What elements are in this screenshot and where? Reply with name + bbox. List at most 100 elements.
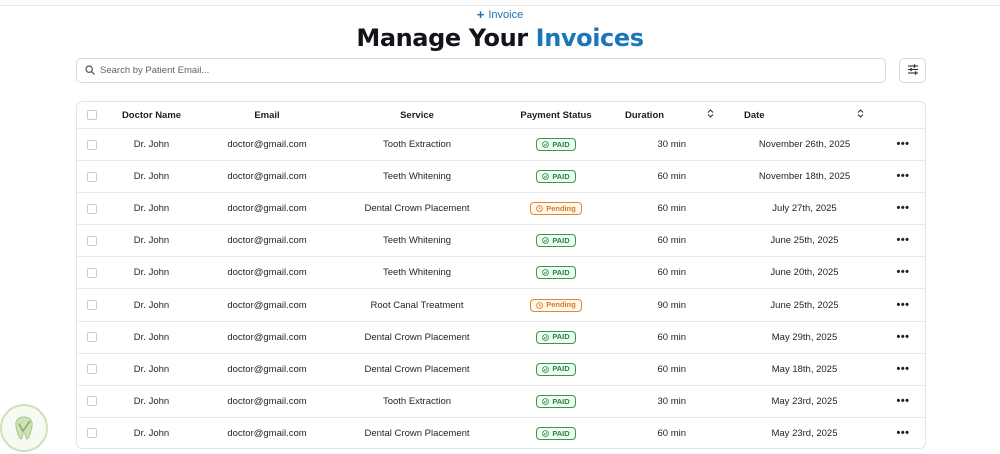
duration-cell: 30 min: [657, 395, 686, 407]
status-badge-label: PAID: [552, 332, 570, 342]
table-row[interactable]: Dr. John doctor@gmail.com Tooth Extraction…: [77, 129, 925, 161]
payment-status-cell: PAID: [517, 257, 595, 288]
table-row[interactable]: Dr. John doctor@gmail.com Dental Crown Pla…: [77, 193, 925, 226]
row-actions-cell: •••: [892, 418, 914, 448]
sort-updown-icon[interactable]: [857, 109, 864, 122]
status-badge-label: PAID: [552, 428, 570, 438]
status-badge-label: PAID: [552, 171, 570, 181]
service-cell: Teeth Whitening: [382, 171, 452, 183]
check-circle-icon: [542, 237, 550, 245]
status-badge-label: PAID: [552, 396, 570, 406]
column-header-doctor: Doctor Name: [121, 109, 182, 121]
row-checkbox[interactable]: [87, 267, 97, 278]
plus-icon: +: [476, 7, 485, 22]
more-horizontal-icon[interactable]: •••: [896, 331, 909, 343]
doctor-name-cell: Dr. John: [133, 395, 170, 407]
row-select-cell: [83, 129, 101, 160]
duration-cell: 60 min: [657, 235, 686, 247]
table-row[interactable]: Dr. John doctor@gmail.com Tooth Extraction…: [77, 386, 925, 418]
row-actions-cell: •••: [892, 386, 914, 417]
email-cell: doctor@gmail.com: [227, 235, 307, 247]
column-header-duration[interactable]: Duration: [625, 102, 720, 128]
table-header-row: Doctor Name Email Service Payment Status…: [77, 102, 925, 129]
doctor-name-cell: Dr. John: [133, 203, 170, 215]
service-cell: Root Canal Treatment: [370, 299, 464, 311]
status-badge: PAID: [536, 138, 576, 151]
payment-status-cell: Pending: [517, 290, 595, 321]
email-cell: doctor@gmail.com: [227, 139, 307, 150]
add-invoice-label: Invoice: [488, 8, 524, 21]
date-cell: May 29th, 2025: [771, 331, 838, 343]
more-horizontal-icon[interactable]: •••: [896, 203, 909, 214]
check-circle-icon: [542, 269, 550, 277]
more-horizontal-icon[interactable]: •••: [896, 299, 909, 311]
check-circle-icon: [542, 430, 550, 437]
payment-status-cell: PAID: [517, 322, 595, 353]
more-horizontal-icon[interactable]: •••: [896, 171, 909, 182]
add-invoice-button[interactable]: + Invoice: [477, 7, 523, 23]
row-checkbox[interactable]: [87, 139, 97, 150]
table-row[interactable]: Dr. John doctor@gmail.com Dental Crown Pla…: [77, 418, 925, 448]
row-checkbox[interactable]: [87, 428, 97, 439]
email-cell: doctor@gmail.com: [227, 331, 307, 343]
more-horizontal-icon[interactable]: •••: [896, 395, 909, 407]
table-row[interactable]: Dr. John doctor@gmail.com Teeth Whitening P…: [77, 225, 925, 258]
table-row[interactable]: Dr. John doctor@gmail.com Dental Crown Pla…: [77, 354, 925, 386]
status-badge-label: Pending: [546, 203, 576, 213]
table-row[interactable]: Dr. John doctor@gmail.com Teeth Whitening P…: [77, 161, 925, 194]
payment-status-cell: PAID: [517, 129, 595, 160]
table-row[interactable]: Dr. John doctor@gmail.com Dental Crown Pla…: [77, 322, 925, 354]
doctor-name-cell: Dr. John: [133, 427, 170, 439]
row-checkbox[interactable]: [87, 364, 97, 375]
row-select-cell: [83, 225, 101, 256]
row-actions-cell: •••: [892, 161, 914, 192]
date-cell: July 27th, 2025: [772, 203, 837, 215]
more-horizontal-icon[interactable]: •••: [896, 427, 909, 439]
status-badge-label: PAID: [552, 139, 570, 149]
check-circle-icon: [542, 141, 550, 148]
email-cell: doctor@gmail.com: [227, 299, 307, 311]
page-header: + Invoice Manage Your Invoices: [0, 6, 1000, 52]
row-select-cell: [83, 290, 101, 321]
more-horizontal-icon[interactable]: •••: [896, 235, 909, 246]
sort-updown-icon[interactable]: [707, 109, 714, 122]
row-checkbox[interactable]: [87, 300, 97, 310]
more-horizontal-icon[interactable]: •••: [896, 267, 909, 278]
row-select-cell: [83, 257, 101, 288]
row-checkbox[interactable]: [87, 203, 97, 214]
table-row[interactable]: Dr. John doctor@gmail.com Teeth Whitening P…: [77, 257, 925, 290]
row-actions-cell: •••: [892, 193, 914, 224]
service-cell: Tooth Extraction: [382, 139, 452, 150]
sliders-icon: [907, 62, 919, 80]
select-all-cell: [83, 102, 101, 128]
check-circle-icon: [542, 365, 550, 373]
payment-status-cell: PAID: [517, 225, 595, 256]
status-badge: PAID: [536, 330, 576, 344]
more-horizontal-icon[interactable]: •••: [896, 139, 909, 150]
service-cell: Teeth Whitening: [382, 235, 452, 247]
duration-cell: 60 min: [657, 427, 686, 439]
column-header-status: Payment Status: [520, 109, 592, 121]
payment-status-cell: Pending: [517, 193, 595, 224]
duration-cell: 60 min: [657, 203, 686, 215]
payment-status-cell: PAID: [517, 418, 595, 448]
page-title: Manage Your Invoices: [0, 24, 1000, 52]
service-cell: Dental Crown Placement: [364, 203, 470, 215]
row-checkbox[interactable]: [87, 171, 97, 182]
date-cell: November 18th, 2025: [758, 171, 851, 183]
select-all-checkbox[interactable]: [87, 110, 97, 120]
more-horizontal-icon[interactable]: •••: [896, 363, 909, 375]
filter-button[interactable]: [899, 58, 926, 83]
column-header-service: Service: [400, 109, 434, 121]
email-cell: doctor@gmail.com: [227, 171, 307, 183]
row-checkbox[interactable]: [87, 396, 97, 407]
column-header-date[interactable]: Date: [744, 102, 869, 128]
date-cell: November 26th, 2025: [758, 139, 851, 150]
email-cell: doctor@gmail.com: [227, 267, 307, 279]
search-input[interactable]: [100, 65, 860, 76]
table-row[interactable]: Dr. John doctor@gmail.com Root Canal Treat…: [77, 290, 925, 322]
row-checkbox[interactable]: [87, 332, 97, 343]
payment-status-cell: PAID: [517, 161, 595, 192]
row-checkbox[interactable]: [87, 235, 97, 246]
email-cell: doctor@gmail.com: [227, 427, 307, 439]
